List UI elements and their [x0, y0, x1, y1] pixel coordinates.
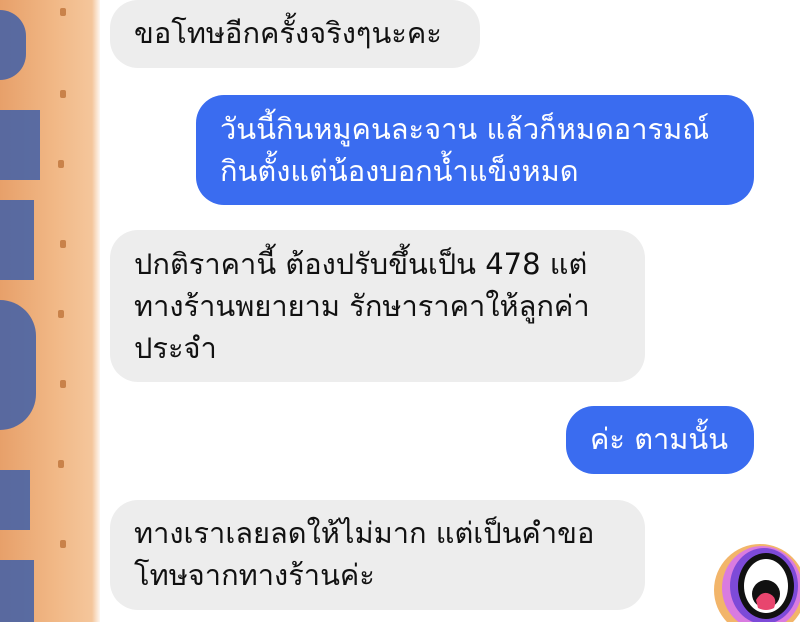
screaming-mouth-sticker-icon[interactable] — [700, 528, 800, 626]
message-bubble-incoming[interactable]: ปกติราคานี้ ต้องปรับขึ้นเป็น 478 แต่ ทาง… — [110, 230, 645, 382]
message-bubble-incoming[interactable]: ขอโทษอีกครั้งจริงๆนะคะ — [110, 0, 480, 68]
message-bubble-incoming[interactable]: ทางเราเลยลดให้ไม่มาก แต่เป็นคำขอ โทษจากท… — [110, 500, 645, 610]
message-bubble-outgoing[interactable]: วันนี้กินหมูคนละจาน แล้วก็หมดอารมณ์ กินต… — [196, 95, 754, 205]
background-photo-strip — [0, 0, 100, 622]
message-bubble-outgoing[interactable]: ค่ะ ตามนั้น — [566, 406, 754, 474]
